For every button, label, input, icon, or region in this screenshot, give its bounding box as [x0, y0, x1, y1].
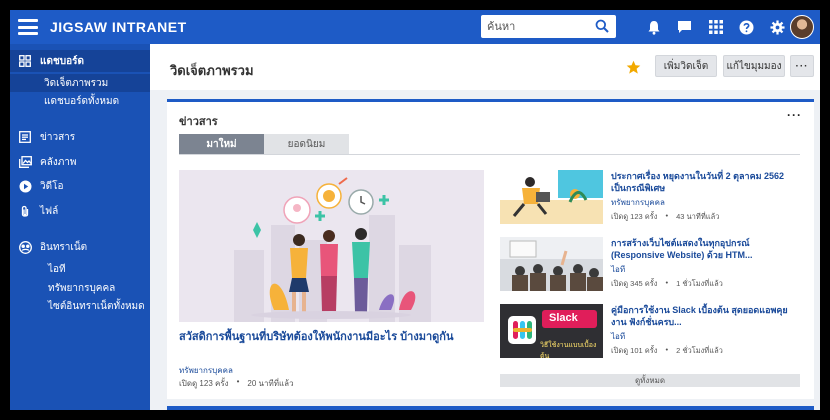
news-more-button[interactable]: ··· [787, 108, 802, 122]
page-more-button[interactable]: ··· [790, 55, 814, 77]
view-all-news-button[interactable]: ดูทั้งหมด [500, 374, 800, 387]
chat-icon[interactable] [669, 10, 700, 44]
news-thumbnail[interactable] [500, 237, 603, 291]
view-count: เปิดดู 123 ครั้ง [611, 212, 658, 221]
thumbnail-caption: วิธีใช้งานแบบเบื้องต้น [540, 342, 597, 358]
featured-news-category[interactable]: ทรัพยากรบุคคล [179, 364, 233, 377]
sidebar-subitem-it[interactable]: ไอที [10, 260, 150, 278]
top-icons [638, 10, 793, 44]
tab-popular[interactable]: ยอดนิยม [264, 134, 349, 154]
news-list-item: การสร้างเว็บไซต์แสดงในทุกอุปกรณ์ (Respon… [500, 237, 800, 291]
settings-gear-icon[interactable] [762, 10, 793, 44]
featured-news-image[interactable] [179, 170, 484, 322]
separator-dot: • [236, 377, 240, 386]
edit-view-button[interactable]: แก้ไขมุมมอง [723, 55, 785, 77]
timestamp: 20 นาทีที่แล้ว [247, 379, 294, 388]
news-meta: เปิดดู 123 ครั้ง • 43 นาทีที่แล้ว [611, 211, 800, 223]
news-text: ประกาศเรื่อง หยุดงานในวันที่ 2 ตุลาคม 25… [611, 170, 800, 223]
help-icon[interactable] [731, 10, 762, 44]
news-category[interactable]: ไอที [611, 263, 800, 276]
news-thumbnail[interactable] [500, 170, 603, 224]
sidebar-item-intranet[interactable]: อินทราเน็ต [10, 236, 150, 258]
featured-news-meta: เปิดดู 123 ครั้ง • 20 นาทีที่แล้ว [179, 377, 294, 390]
view-count: เปิดดู 123 ครั้ง [179, 379, 229, 388]
separator-dot: • [665, 278, 669, 287]
favorite-star-icon[interactable] [626, 60, 641, 75]
news-meta: เปิดดู 345 ครั้ง • 1 ชั่วโมงที่แล้ว [611, 278, 800, 290]
app-window: JIGSAW INTRANET แดชบอร์ด วิดเจ็ตภาพรว [10, 10, 820, 410]
intranet-icon [18, 240, 32, 254]
sidebar-item-label: คลังภาพ [40, 156, 77, 168]
notification-bell-icon[interactable] [638, 10, 669, 44]
news-thumbnail[interactable]: Slack วิธีใช้งานแบบเบื้องต้น [500, 304, 603, 358]
thumbnail-brand-text: Slack [549, 312, 578, 324]
news-headline[interactable]: คู่มือการใช้งาน Slack เบื้องต้น สุดยอดแอ… [611, 304, 800, 328]
view-count: เปิดดู 345 ครั้ง [611, 279, 658, 288]
view-count: เปิดดู 101 ครั้ง [611, 346, 658, 355]
sidebar-item-dashboard[interactable]: แดชบอร์ด [10, 50, 150, 72]
user-avatar[interactable] [790, 15, 814, 39]
sidebar-item-video[interactable]: วิดีโอ [10, 175, 150, 197]
sidebar-item-label: ไฟล์ [40, 205, 59, 217]
sidebar-subitem-all-dashboards[interactable]: แดชบอร์ดทั้งหมด [10, 92, 150, 110]
featured-news-headline[interactable]: สวัสดิการพื้นฐานที่บริษัทต้องให้พนักงานม… [179, 330, 484, 344]
sidebar-item-label: วิดีโอ [40, 180, 64, 192]
sidebar-subitem-all-sites[interactable]: ไซต์อินทราเน็ตทั้งหมด [10, 297, 150, 315]
separator-dot: • [665, 345, 669, 354]
next-widget-top-border [167, 406, 814, 410]
search-box[interactable] [481, 15, 616, 38]
search-input[interactable] [487, 16, 595, 37]
news-category[interactable]: ไอที [611, 330, 800, 343]
sidebar-item-label: ข่าวสาร [40, 131, 76, 143]
add-widget-button[interactable]: เพิ่มวิดเจ็ต [655, 55, 717, 77]
tab-latest[interactable]: มาใหม่ [179, 134, 264, 154]
gallery-icon [18, 155, 32, 169]
timestamp: 43 นาทีที่แล้ว [676, 212, 720, 221]
news-icon [18, 130, 32, 144]
page-title: วิดเจ็ตภาพรวม [170, 63, 254, 78]
sidebar-item-files[interactable]: ไฟล์ [10, 200, 150, 222]
separator-dot: • [665, 211, 669, 220]
sidebar-item-label: อินทราเน็ต [40, 241, 88, 253]
sidebar: แดชบอร์ด วิดเจ็ตภาพรวม แดชบอร์ดทั้งหมด ข… [10, 44, 150, 410]
sidebar-item-gallery[interactable]: คลังภาพ [10, 151, 150, 173]
main-content: วิดเจ็ตภาพรวม เพิ่มวิดเจ็ต แก้ไขมุมมอง ·… [150, 44, 820, 410]
play-icon [18, 179, 32, 193]
sidebar-subitem-hr[interactable]: ทรัพยากรบุคคล [10, 279, 150, 297]
news-widget: ข่าวสาร ··· มาใหม่ ยอดนิยม สวัสดิการพื้น… [167, 99, 814, 399]
brand-title: JIGSAW INTRANET [50, 19, 187, 35]
news-text: การสร้างเว็บไซต์แสดงในทุกอุปกรณ์ (Respon… [611, 237, 800, 290]
news-widget-title: ข่าวสาร [179, 116, 218, 128]
sidebar-subitem-widget-overview[interactable]: วิดเจ็ตภาพรวม [10, 74, 150, 92]
sidebar-item-label: แดชบอร์ด [40, 55, 84, 67]
news-text: คู่มือการใช้งาน Slack เบื้องต้น สุดยอดแอ… [611, 304, 800, 357]
news-list-item: Slack วิธีใช้งานแบบเบื้องต้น คู่มือการใช… [500, 304, 800, 358]
timestamp: 2 ชั่วโมงที่แล้ว [676, 346, 723, 355]
timestamp: 1 ชั่วโมงที่แล้ว [676, 279, 723, 288]
news-headline[interactable]: ประกาศเรื่อง หยุดงานในวันที่ 2 ตุลาคม 25… [611, 170, 800, 194]
news-tabs: มาใหม่ ยอดนิยม [179, 134, 800, 155]
sidebar-item-news[interactable]: ข่าวสาร [10, 126, 150, 148]
search-icon[interactable] [595, 19, 609, 33]
news-meta: เปิดดู 101 ครั้ง • 2 ชั่วโมงที่แล้ว [611, 345, 800, 357]
news-category[interactable]: ทรัพยากรบุคคล [611, 196, 800, 209]
news-headline[interactable]: การสร้างเว็บไซต์แสดงในทุกอุปกรณ์ (Respon… [611, 237, 800, 261]
dashboard-icon [18, 54, 32, 68]
page-header: วิดเจ็ตภาพรวม เพิ่มวิดเจ็ต แก้ไขมุมมอง ·… [150, 44, 820, 90]
paperclip-icon [18, 204, 32, 218]
news-list-item: ประกาศเรื่อง หยุดงานในวันที่ 2 ตุลาคม 25… [500, 170, 800, 224]
apps-grid-icon[interactable] [700, 10, 731, 44]
menu-icon[interactable] [18, 19, 38, 35]
